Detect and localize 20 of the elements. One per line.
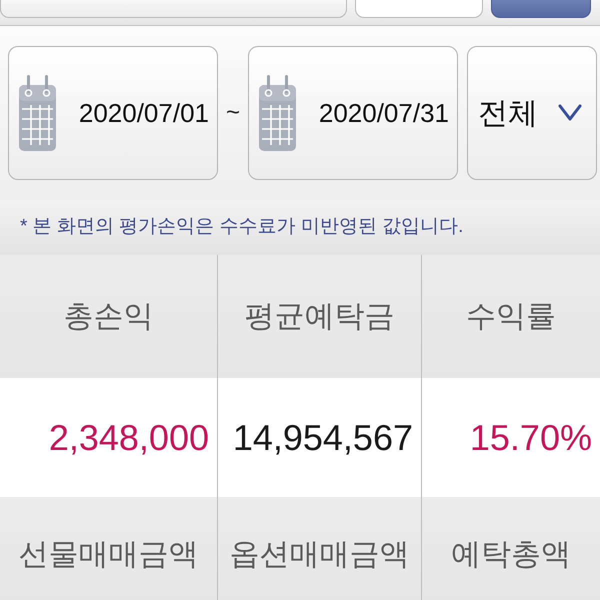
column-header: 선물매매금액	[0, 497, 218, 600]
filter-dropdown[interactable]: 전체	[467, 46, 597, 180]
chevron-down-icon	[558, 104, 582, 122]
input-field[interactable]	[0, 0, 347, 18]
notice-text: * 본 화면의 평가손익은 수수료가 미반영된 값입니다.	[20, 215, 464, 240]
metric-value: 14,954,567	[218, 378, 422, 497]
range-separator: ~	[224, 98, 241, 128]
action-button[interactable]	[491, 0, 591, 18]
column-header: 총손익	[0, 255, 218, 378]
calendar-icon	[259, 75, 296, 151]
date-picker-button[interactable]: 2020/07/01	[8, 46, 218, 180]
input-field[interactable]	[355, 0, 483, 18]
metric-value: 2,348,000	[0, 378, 218, 497]
metric-value: 15.70%	[422, 378, 600, 497]
date-picker-button[interactable]: 2020/07/31	[248, 46, 458, 180]
column-header: 예탁총액	[422, 497, 600, 600]
column-header: 수익률	[422, 255, 600, 378]
column-header: 평균예탁금	[218, 255, 422, 378]
calendar-icon	[19, 75, 56, 151]
column-header: 옵션매매금액	[218, 497, 422, 600]
